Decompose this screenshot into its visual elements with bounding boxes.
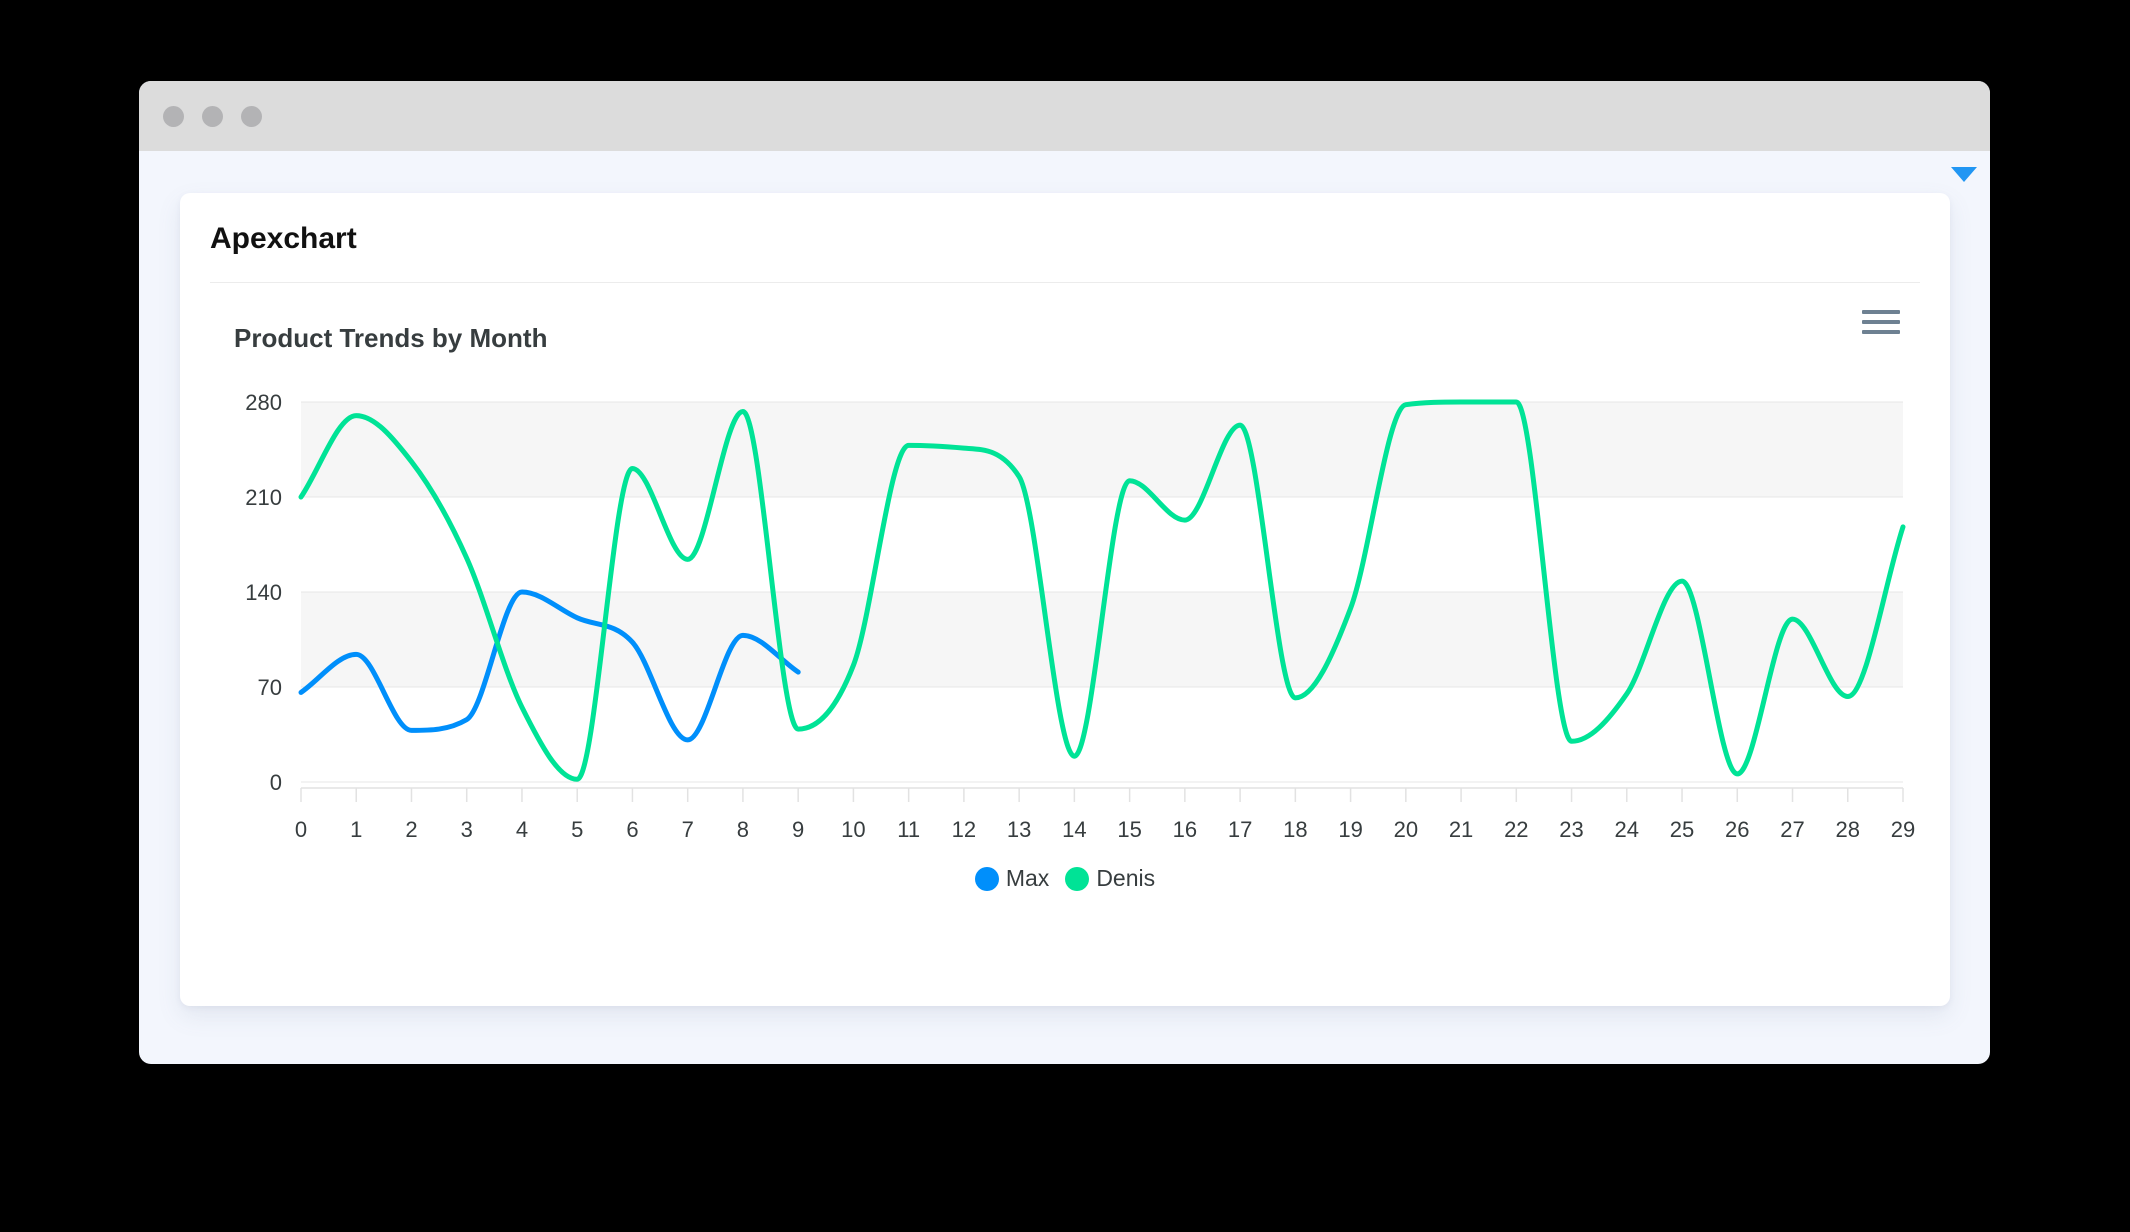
- x-axis-label: 12: [952, 817, 976, 842]
- chart-menu-button[interactable]: [1860, 304, 1902, 340]
- x-axis-label: 20: [1394, 817, 1418, 842]
- legend-label: Denis: [1096, 865, 1156, 891]
- x-axis-label: 5: [571, 817, 583, 842]
- y-axis-label: 280: [245, 390, 282, 415]
- legend-label: Max: [1005, 865, 1050, 891]
- x-axis-label: 21: [1449, 817, 1473, 842]
- x-axis-label: 18: [1283, 817, 1307, 842]
- x-axis-label: 2: [405, 817, 417, 842]
- legend-item-denis[interactable]: Denis: [1065, 865, 1155, 892]
- x-axis-label: 1: [350, 817, 362, 842]
- traffic-light-dot[interactable]: [202, 105, 223, 127]
- x-axis-label: 11: [897, 817, 920, 842]
- x-axis-label: 16: [1173, 817, 1197, 842]
- page-background: { "window": { "kind": "browser-window-mo…: [0, 0, 2130, 1232]
- x-axis-label: 23: [1559, 817, 1583, 842]
- x-axis-label: 25: [1670, 817, 1694, 842]
- window-titlebar: [139, 81, 1990, 151]
- x-axis-label: 27: [1780, 817, 1804, 842]
- x-axis-label: 17: [1228, 817, 1252, 842]
- app-title: Apexchart: [210, 193, 1920, 283]
- x-axis-label: 26: [1725, 817, 1749, 842]
- x-axis-label: 13: [1007, 817, 1031, 842]
- x-axis-label: 0: [295, 817, 307, 842]
- app-window: 0 1 2 3 4 5 6 7 8 9 10 11 12 13 14 15 16 17 18 19 20 21 22 23 24…: [139, 81, 1990, 1064]
- x-axis-label: 7: [682, 817, 694, 842]
- legend-marker-icon: [1065, 866, 1090, 891]
- x-axis-label: 28: [1836, 817, 1860, 842]
- x-axis-label: 8: [737, 817, 749, 842]
- x-axis-label: 14: [1062, 817, 1086, 842]
- y-axis-label: 140: [245, 580, 282, 605]
- chart-title: Product Trends by Month: [234, 323, 548, 353]
- chart-legend: Max Denis: [180, 865, 1950, 892]
- x-axis-label: 29: [1891, 817, 1915, 842]
- y-axis-label: 210: [245, 485, 282, 510]
- grid-row-band: [301, 402, 1903, 497]
- traffic-light-dot[interactable]: [241, 105, 262, 127]
- x-axis-label: 4: [516, 817, 528, 842]
- dropdown-arrow-icon[interactable]: [1951, 167, 1977, 182]
- hamburger-icon: [1862, 310, 1900, 334]
- traffic-light-dot[interactable]: [163, 105, 184, 127]
- chart-card: 0 1 2 3 4 5 6 7 8 9 10 11 12 13 14 15 16 17 18 19 20 21 22 23 24…: [180, 193, 1950, 1006]
- x-axis-label: 3: [461, 817, 473, 842]
- x-axis-label: 9: [792, 817, 804, 842]
- x-axis-label: 22: [1504, 817, 1528, 842]
- y-axis-label: 70: [258, 675, 282, 700]
- x-axis-label: 10: [841, 817, 865, 842]
- x-axis-label: 19: [1338, 817, 1362, 842]
- legend-item-max[interactable]: Max: [974, 865, 1050, 892]
- x-axis-label: 6: [626, 817, 638, 842]
- x-axis-label: 24: [1615, 817, 1639, 842]
- x-axis-label: 15: [1117, 817, 1141, 842]
- legend-marker-icon: [974, 866, 999, 891]
- y-axis-label: 0: [270, 770, 282, 795]
